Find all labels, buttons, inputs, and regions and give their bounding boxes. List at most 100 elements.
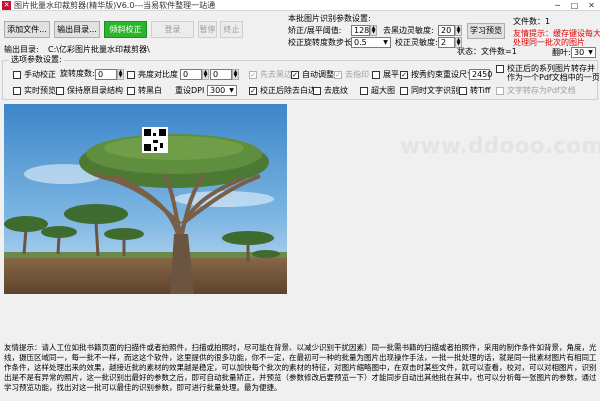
black-edge-spinner[interactable]: ▲ ▼: [455, 25, 462, 36]
maximize-button[interactable]: □: [566, 0, 583, 11]
login-button[interactable]: 登录: [151, 21, 194, 38]
realtime-preview-label: 实时预览: [24, 86, 56, 95]
keep-dir-label: 保持原目录结构: [67, 86, 123, 95]
ocr-sync-label: 同时文字识别: [411, 86, 459, 95]
remove-print-label: 去指印: [345, 70, 369, 79]
rotate-deg-spinner[interactable]: ▲ ▼: [117, 69, 124, 80]
chevron-down-icon: ▼: [383, 39, 388, 46]
rotate-deg-input[interactable]: 0: [95, 69, 117, 80]
convert-bw-label: 转黑白: [138, 86, 162, 95]
resample-value: 300: [210, 86, 226, 95]
brightness-checkbox[interactable]: 亮度对比度: [127, 70, 178, 80]
dragon-tree-photo: [4, 104, 287, 294]
correct-button[interactable]: 倾斜校正: [104, 21, 147, 38]
params-title: 本批图片识别参数设置:: [288, 14, 371, 23]
remove-bottom-label: 去底纹: [324, 86, 348, 95]
window-controls: ─ □ ✕: [549, 0, 600, 11]
status-text: 状态：文件数=1: [457, 47, 517, 56]
black-first-checkbox[interactable]: ✓ 先去黑边: [249, 70, 292, 80]
save-pdf-checkbox[interactable]: 文字转存为Pdf文档: [496, 86, 576, 96]
brightness-label: 亮度对比度: [138, 70, 178, 79]
rotate-step-select[interactable]: 0.5 ▼: [351, 37, 391, 48]
output-dir-path: C:\亿彩图片批量水印裁剪器\: [48, 45, 150, 54]
correct-sens-label: 校正灵敏度:: [395, 38, 438, 47]
threshold-label: 矫正/展平阈值:: [288, 26, 342, 35]
checkbox-icon: ✓: [334, 71, 342, 79]
constraint-size-input[interactable]: 2450: [469, 69, 492, 80]
close-button[interactable]: ✕: [583, 0, 600, 11]
checkbox-icon: [496, 65, 504, 73]
add-file-button[interactable]: 添加文件...: [4, 21, 50, 38]
footer-note: 友情提示：请人工位如批书籍页面的扫描件或者拍照件，扫描或拍照时，尽可能在背景、以…: [4, 343, 597, 392]
checkbox-icon: [313, 87, 321, 95]
checkbox-icon: [496, 87, 504, 95]
remove-edge-label: 校正后除去白边: [260, 86, 316, 95]
page-label: 翻叶:: [552, 48, 571, 57]
merge-pdf-checkbox[interactable]: 校正后的系列图片转存并作为一个Pdf文档中的一页: [496, 64, 600, 82]
checkbox-icon: [56, 87, 64, 95]
correct-sens-input[interactable]: 2: [438, 37, 455, 48]
window-title: 图片批量水印裁剪器(精华版)V6.0---当易软件整理一站通: [14, 1, 216, 10]
checkbox-icon: [127, 87, 135, 95]
threshold-input[interactable]: 128: [351, 25, 370, 36]
realtime-preview-checkbox[interactable]: 实时预览: [13, 86, 56, 96]
to-tiff-label: 转Tiff: [470, 86, 491, 95]
checkbox-icon: ✓: [249, 87, 257, 95]
keep-dir-checkbox[interactable]: 保持原目录结构: [56, 86, 123, 96]
chevron-down-icon: ▼: [229, 87, 234, 94]
rotate-deg-label: 旋转度数:: [60, 69, 95, 78]
rotate-step-value: 0.5: [354, 38, 367, 47]
resample-select[interactable]: 300 ▼: [207, 85, 237, 96]
output-dir-label: 输出目录:: [4, 45, 39, 54]
auto-adjust-checkbox[interactable]: ✓ 自动调整: [291, 70, 334, 80]
page-select[interactable]: 30 ▼: [571, 47, 596, 58]
app-logo-icon: ✕: [2, 1, 11, 10]
image-preview[interactable]: [4, 104, 287, 294]
brightness-spinner-1[interactable]: ▲ ▼: [202, 69, 209, 80]
flatten-label: 展平: [383, 70, 399, 79]
convert-bw-checkbox[interactable]: 转黑白: [127, 86, 162, 96]
remove-bottom-checkbox[interactable]: 去底纹: [313, 86, 348, 96]
merge-pdf-label: 校正后的系列图片转存并作为一个Pdf文档中的一页: [507, 64, 600, 82]
pause-button[interactable]: 暂停: [198, 21, 217, 38]
ocr-sync-checkbox[interactable]: 同时文字识别: [400, 86, 459, 96]
threshold-spinner[interactable]: ▲ ▼: [370, 25, 377, 36]
save-pdf-label: 文字转存为Pdf文档: [507, 86, 576, 95]
learn-preview-button[interactable]: 学习预览: [467, 23, 505, 39]
super-big-checkbox[interactable]: 超大图: [360, 86, 395, 96]
black-edge-label: 去黑边灵敏度:: [383, 26, 434, 35]
remove-print-checkbox[interactable]: ✓ 去指印: [334, 70, 369, 80]
minimize-button[interactable]: ─: [549, 0, 566, 11]
checkbox-icon: [13, 87, 21, 95]
checkbox-icon: [360, 87, 368, 95]
output-dir-button[interactable]: 输出目录...: [54, 21, 100, 38]
brightness-input-1[interactable]: 0: [180, 69, 202, 80]
black-edge-input[interactable]: 20: [438, 25, 455, 36]
manual-correct-checkbox[interactable]: 手动校正: [13, 70, 56, 80]
page-value: 30: [574, 48, 585, 57]
to-tiff-checkbox[interactable]: 转Tiff: [459, 86, 490, 96]
checkbox-icon: [13, 71, 21, 79]
checkbox-icon: [372, 71, 380, 79]
brightness-spinner-2[interactable]: ▲ ▼: [232, 69, 239, 80]
title-bar: ✕ 图片批量水印裁剪器(精华版)V6.0---当易软件整理一站通 ─ □ ✕: [0, 0, 600, 11]
remove-edge-checkbox[interactable]: ✓ 校正后除去白边: [249, 86, 316, 96]
checkbox-icon: ✓: [291, 71, 299, 79]
auto-adjust-label: 自动调整: [302, 70, 334, 79]
checkbox-icon: ✓: [400, 71, 408, 79]
file-count: 文件数：1: [513, 17, 551, 26]
super-big-label: 超大图: [371, 86, 395, 95]
manual-correct-label: 手动校正: [24, 70, 56, 79]
flatten-checkbox[interactable]: 展平: [372, 70, 399, 80]
rotate-step-label: 校正旋转度数步长:: [288, 38, 355, 47]
qr-code-icon: [142, 127, 168, 153]
chevron-down-icon: ▼: [588, 49, 593, 56]
checkbox-icon: ✓: [249, 71, 257, 79]
checkbox-icon: [400, 87, 408, 95]
checkbox-icon: [459, 87, 467, 95]
brightness-input-2[interactable]: 0: [210, 69, 232, 80]
constraint-size-checkbox[interactable]: ✓ 按秀约束重设尺寸: [400, 70, 475, 80]
black-first-label: 先去黑边: [260, 70, 292, 79]
stop-button[interactable]: 终止: [220, 21, 243, 38]
resample-label: 重设DPI: [175, 86, 205, 95]
